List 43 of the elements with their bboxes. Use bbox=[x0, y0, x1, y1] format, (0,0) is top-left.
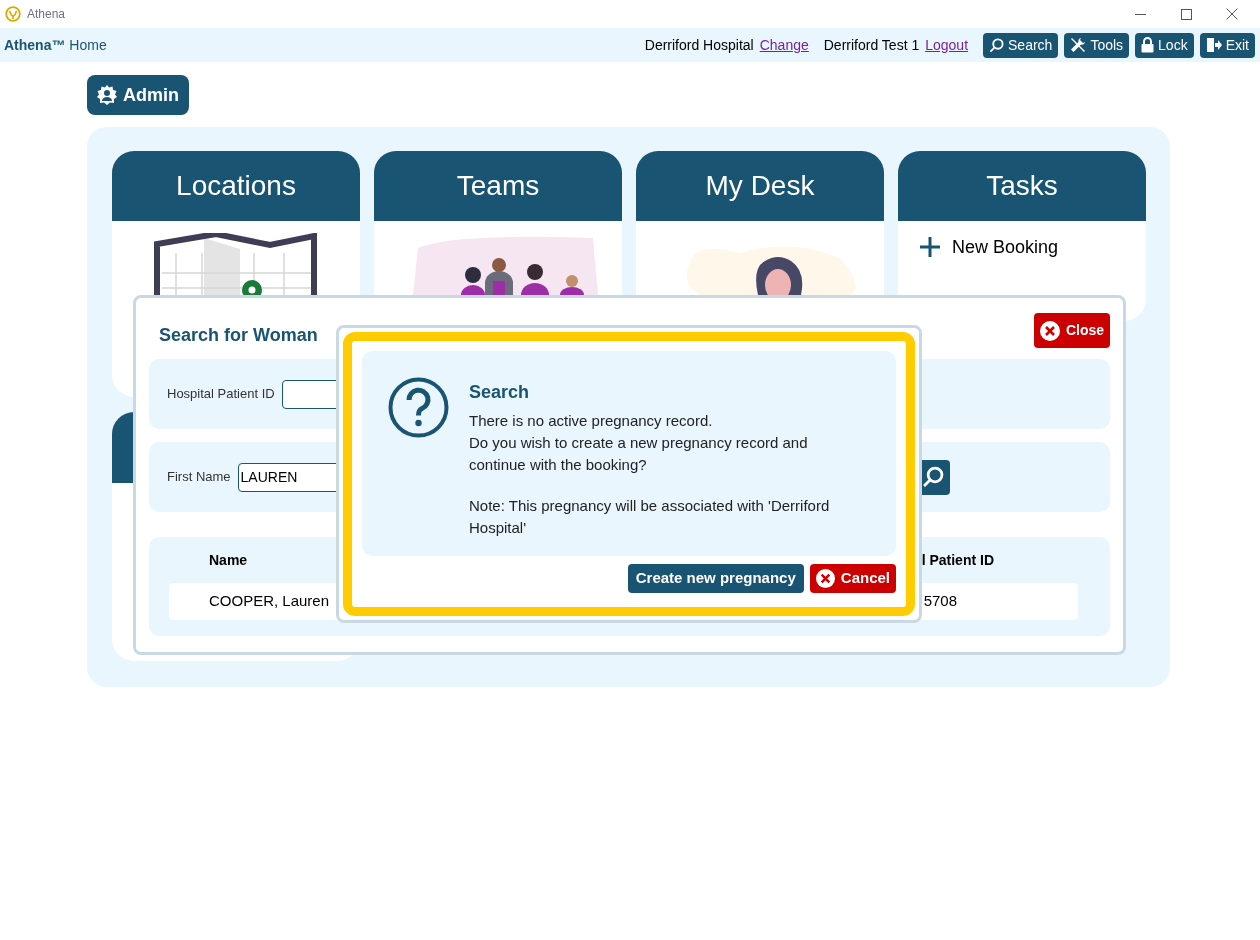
user-name: Derriford Test 1 bbox=[823, 35, 920, 55]
hospital-name: Derriford Hospital bbox=[644, 35, 754, 55]
exit-icon bbox=[1205, 37, 1222, 53]
cancel-button[interactable]: Cancel bbox=[809, 564, 896, 593]
app-logo-icon bbox=[5, 6, 21, 22]
window-title: Athena bbox=[27, 6, 66, 23]
tile-header[interactable]: My Desk bbox=[636, 151, 884, 221]
plus-icon bbox=[920, 237, 940, 257]
search-button[interactable]: Search bbox=[983, 32, 1059, 58]
app-title: Athena™ Home bbox=[4, 35, 107, 55]
search-icon bbox=[989, 37, 1005, 53]
exit-button[interactable]: Exit bbox=[1199, 32, 1255, 58]
tools-button[interactable]: Tools bbox=[1064, 32, 1130, 58]
table-cell-text: COOPER, Lauren bbox=[209, 591, 330, 612]
close-icon bbox=[815, 569, 835, 588]
tile-header[interactable]: Teams bbox=[374, 151, 622, 221]
message-title: Search bbox=[469, 381, 531, 404]
column-header: l Patient ID bbox=[921, 550, 994, 570]
change-link[interactable]: Change bbox=[759, 34, 809, 56]
task-link[interactable]: New Booking bbox=[920, 235, 1146, 259]
search-icon bbox=[921, 466, 944, 488]
close-icon bbox=[1039, 320, 1060, 341]
lock-button[interactable]: Lock bbox=[1135, 32, 1194, 58]
close-icon bbox=[1226, 8, 1238, 20]
message-text: There is no active pregnancy record. Do you wish to create a new pregnancy record and continue with the booking? bbox=[469, 411, 809, 475]
dialog-title: Search for Woman bbox=[159, 324, 318, 347]
question-icon bbox=[388, 377, 449, 438]
column-header: Name bbox=[209, 550, 248, 570]
minimize-icon bbox=[1134, 13, 1146, 15]
note-text: Note: This pregnancy will be associated with 'Derriford Hospital' bbox=[469, 496, 831, 538]
logout-link[interactable]: Logout bbox=[925, 34, 969, 56]
admin-icon bbox=[97, 85, 117, 105]
maximize-icon bbox=[1180, 8, 1192, 20]
create-pregnancy-button[interactable]: Create new pregnancy bbox=[627, 564, 804, 593]
table-cell-text: 5708 bbox=[923, 591, 957, 612]
close-button[interactable]: Close bbox=[1033, 313, 1110, 348]
field-label: Hospital Patient ID bbox=[167, 385, 275, 404]
tile-header[interactable]: Locations bbox=[112, 151, 360, 221]
tile-header[interactable]: Tasks bbox=[898, 151, 1146, 221]
lock-icon bbox=[1141, 37, 1155, 53]
tools-icon bbox=[1070, 37, 1087, 53]
field-label: First Name bbox=[167, 468, 231, 487]
admin-button[interactable]: Admin bbox=[87, 75, 189, 115]
